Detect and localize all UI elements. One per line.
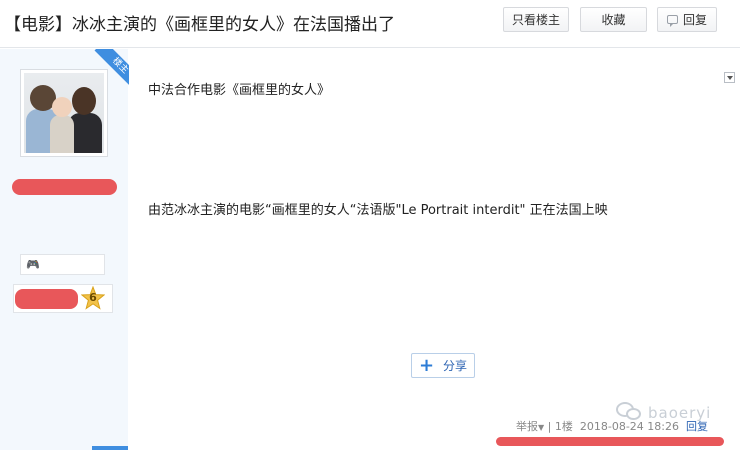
reply-button[interactable]: 回复	[657, 7, 717, 32]
favorite-button[interactable]: 收藏	[580, 7, 647, 32]
redacted-rank-name	[15, 289, 78, 309]
watermark-text: baoeryi	[648, 404, 712, 422]
gamepad-icon: 🎮	[26, 258, 40, 271]
redaction-bar	[496, 437, 724, 446]
reply-label: 回复	[682, 13, 707, 27]
dropdown-icon[interactable]	[724, 72, 735, 83]
favorite-label: 收藏	[601, 13, 626, 27]
author-sidebar: 🎮 6	[0, 49, 128, 450]
chevron-down-icon[interactable]: ▼	[538, 423, 544, 432]
op-badge: 楼主	[87, 49, 129, 91]
author-tag: 🎮	[20, 254, 105, 275]
post-paragraph: 由范冰冰主演的电影“画框里的女人“法语版"Le Portrait interdi…	[148, 203, 608, 218]
share-plus-icon: +	[418, 354, 435, 376]
only-op-button[interactable]: 只看楼主	[503, 7, 569, 32]
thread-header: 【电影】冰冰主演的《画框里的女人》在法国播出了 只看楼主 收藏 回复	[0, 0, 740, 48]
report-link[interactable]: 举报	[516, 420, 538, 433]
floor-number: 1楼	[554, 420, 573, 433]
post-paragraph: 中法合作电影《画框里的女人》	[148, 83, 331, 98]
reply-icon	[666, 15, 678, 27]
share-label: 分享	[443, 359, 468, 373]
star-level-icon: 6	[80, 285, 106, 310]
author-rank[interactable]: 6	[13, 284, 113, 313]
only-op-label: 只看楼主	[511, 13, 560, 27]
meta-separator: |	[547, 420, 552, 433]
wechat-icon	[616, 402, 644, 422]
post-content: 中法合作电影《画框里的女人》 由范冰冰主演的电影“画框里的女人“法语版"Le P…	[128, 49, 740, 450]
op-badge-label: 楼主	[94, 49, 129, 91]
watermark: baoeryi	[616, 402, 711, 422]
redacted-username	[12, 179, 117, 195]
share-button[interactable]: + 分享	[411, 353, 475, 378]
sidebar-accent	[92, 446, 128, 450]
thread-title: 【电影】冰冰主演的《画框里的女人》在法国播出了	[4, 15, 395, 35]
level-number: 6	[89, 291, 97, 304]
